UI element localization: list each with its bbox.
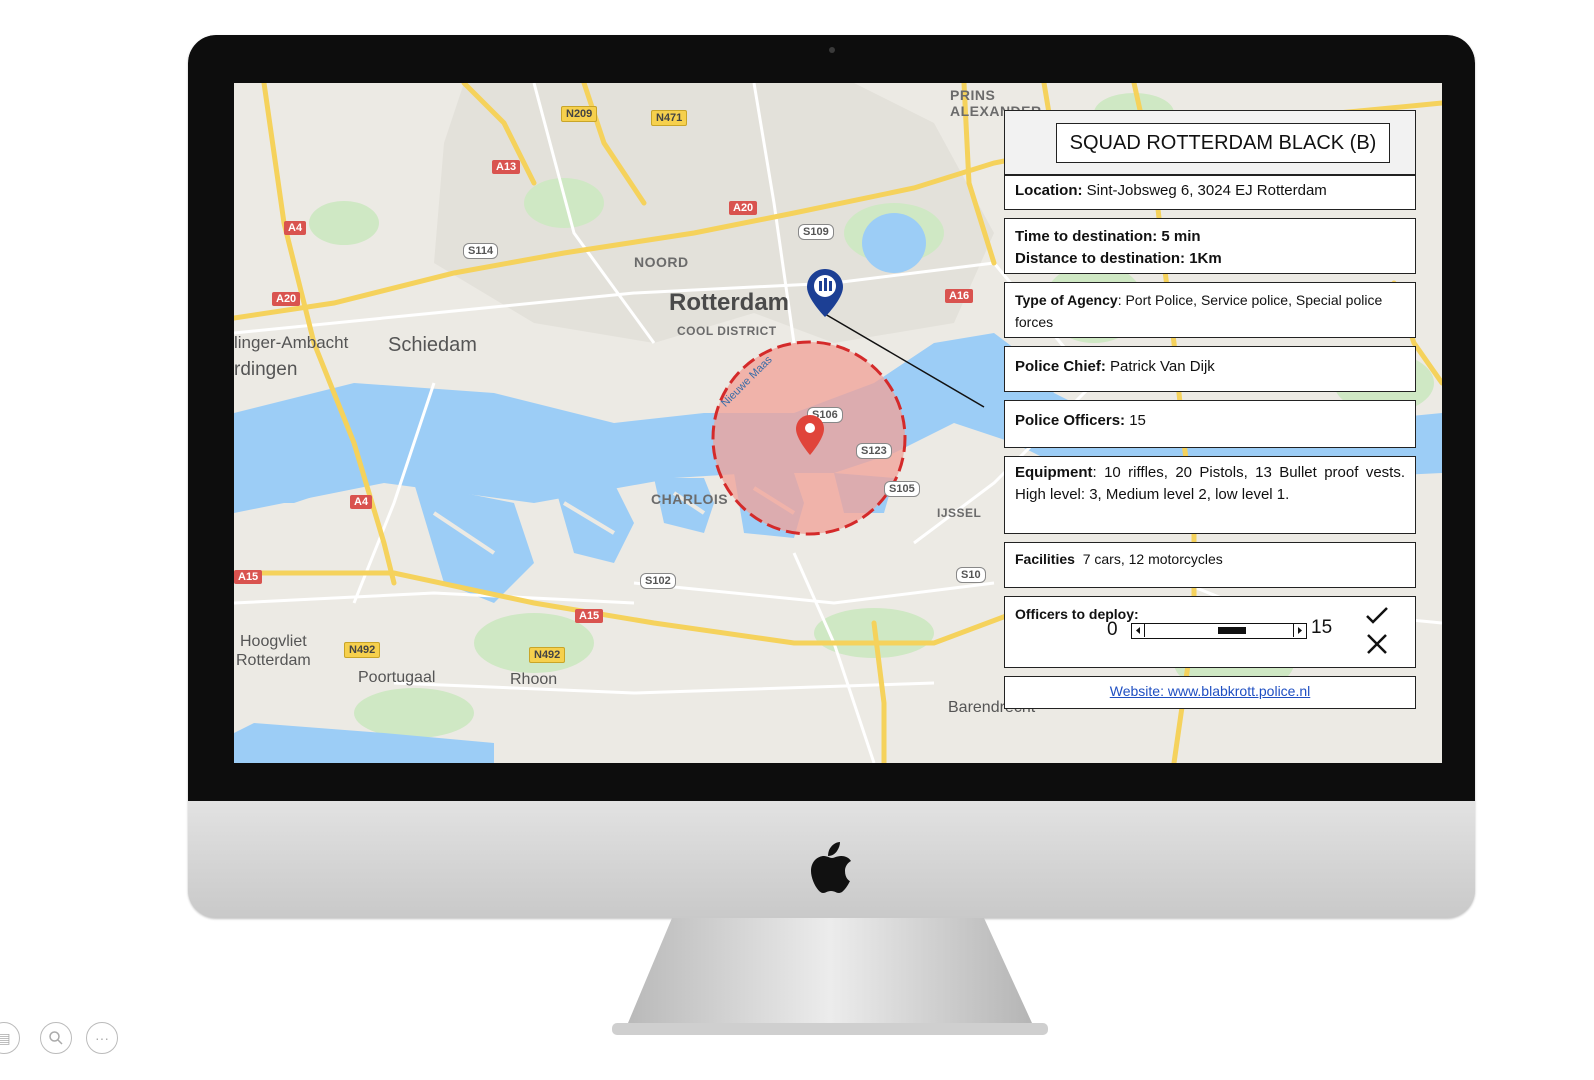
- monitor-stand: [612, 918, 1048, 1035]
- panel-header: SQUAD ROTTERDAM BLACK (B): [1004, 110, 1416, 175]
- road-shield: A4: [350, 495, 373, 509]
- road-shield: S10: [956, 567, 986, 583]
- road-shield: N492: [344, 642, 381, 658]
- road-shield: A20: [272, 292, 301, 306]
- road-shield: N471: [651, 110, 688, 126]
- more-options-icon[interactable]: ···: [86, 1022, 118, 1054]
- facilities-row: Facilities 7 cars, 12 motorcycles: [1004, 542, 1416, 588]
- slider-left-arrow-icon[interactable]: [1132, 624, 1145, 637]
- road-shield: S114: [463, 243, 499, 259]
- agency-label: Type of Agency: [1015, 292, 1118, 308]
- officers-row: Police Officers: 15: [1004, 400, 1416, 448]
- map-label-hoogvliet: Hoogvliet: [240, 633, 307, 650]
- officers-label: Police Officers:: [1015, 412, 1126, 429]
- map-label-poortugaal: Poortugaal: [358, 669, 436, 686]
- road-shield: A15: [234, 570, 263, 584]
- road-shield: S123: [856, 443, 892, 459]
- officers-value: 15: [1129, 412, 1146, 429]
- location-value: Sint-Jobsweg 6, 3024 EJ Rotterdam: [1086, 182, 1327, 199]
- road-shield: N209: [561, 106, 598, 122]
- slider-thumb[interactable]: [1218, 627, 1247, 634]
- screen: PRINS ALEXANDER NOORD Rotterdam COOL DIS…: [234, 83, 1442, 763]
- eta-row: Time to destination: 5 min Distance to d…: [1004, 218, 1416, 274]
- apple-logo-icon: [811, 842, 851, 893]
- road-shield: A16: [945, 289, 974, 303]
- road-shield: S109: [798, 224, 834, 240]
- time-value: 5 min: [1161, 228, 1201, 245]
- road-shield: A15: [575, 609, 604, 623]
- chief-value: Patrick Van Dijk: [1110, 358, 1215, 375]
- map-label-schiedam: Schiedam: [388, 334, 477, 356]
- road-shield: A20: [729, 201, 758, 215]
- distance-label: Distance to destination:: [1015, 250, 1186, 267]
- police-station-pin-icon[interactable]: [807, 269, 843, 317]
- layout-icon[interactable]: ▤: [0, 1022, 20, 1054]
- chief-label: Police Chief:: [1015, 358, 1106, 375]
- location-row: Location: Sint-Jobsweg 6, 3024 EJ Rotter…: [1004, 175, 1416, 210]
- camera-dot: [829, 47, 835, 53]
- deploy-label: Officers to deploy:: [1015, 606, 1139, 622]
- road-shield: S102: [640, 573, 676, 589]
- squad-title: SQUAD ROTTERDAM BLACK (B): [1056, 123, 1390, 163]
- location-label: Location:: [1015, 182, 1083, 199]
- time-label: Time to destination:: [1015, 228, 1158, 245]
- zoom-icon[interactable]: [40, 1022, 72, 1054]
- equipment-row: Equipment: 10 riffles, 20 Pistols, 13 Bu…: [1004, 456, 1416, 534]
- map-label-rhoon: Rhoon: [510, 671, 558, 688]
- road-shield: S105: [884, 481, 920, 497]
- deploy-min: 0: [1107, 619, 1118, 640]
- website-link[interactable]: Website: www.blabkrott.police.nl: [1005, 677, 1415, 699]
- chief-row: Police Chief: Patrick Van Dijk: [1004, 346, 1416, 392]
- deploy-max: 15: [1311, 617, 1333, 638]
- road-shield: A4: [284, 221, 307, 235]
- agency-row: Type of Agency: Port Police, Service pol…: [1004, 282, 1416, 338]
- distance-value: 1Km: [1189, 250, 1222, 267]
- facilities-label: Facilities: [1015, 551, 1075, 567]
- road-shield: A13: [492, 160, 521, 174]
- map-label-vlaardingen: rdingen: [234, 359, 298, 380]
- map-label-rotterdam: Rotterdam: [669, 289, 790, 316]
- map-label-charlois: CHARLOIS: [651, 491, 729, 507]
- equipment-label: Equipment: [1015, 464, 1093, 481]
- monitor-chin: [188, 801, 1475, 918]
- road-shield: N492: [529, 647, 566, 663]
- website-row: Website: www.blabkrott.police.nl: [1004, 676, 1416, 709]
- map-label-noord: NOORD: [634, 254, 689, 270]
- close-icon[interactable]: [1366, 633, 1388, 655]
- deploy-row: Officers to deploy: 0 15: [1004, 596, 1416, 668]
- destination-pin-icon[interactable]: [796, 415, 824, 455]
- check-icon[interactable]: [1365, 605, 1389, 625]
- map-label-hoogvliet-rotterdam: Rotterdam: [236, 652, 311, 669]
- officers-slider[interactable]: [1131, 623, 1307, 639]
- facilities-value: 7 cars, 12 motorcycles: [1082, 551, 1223, 567]
- slider-right-arrow-icon[interactable]: [1293, 624, 1306, 637]
- squad-info-panel: SQUAD ROTTERDAM BLACK (B) Location: Sint…: [1004, 110, 1416, 710]
- map-label-ijssel: IJSSEL: [937, 506, 982, 520]
- map-label-cool-district: COOL DISTRICT: [677, 324, 777, 338]
- map-label-ambacht: linger-Ambacht: [234, 333, 349, 352]
